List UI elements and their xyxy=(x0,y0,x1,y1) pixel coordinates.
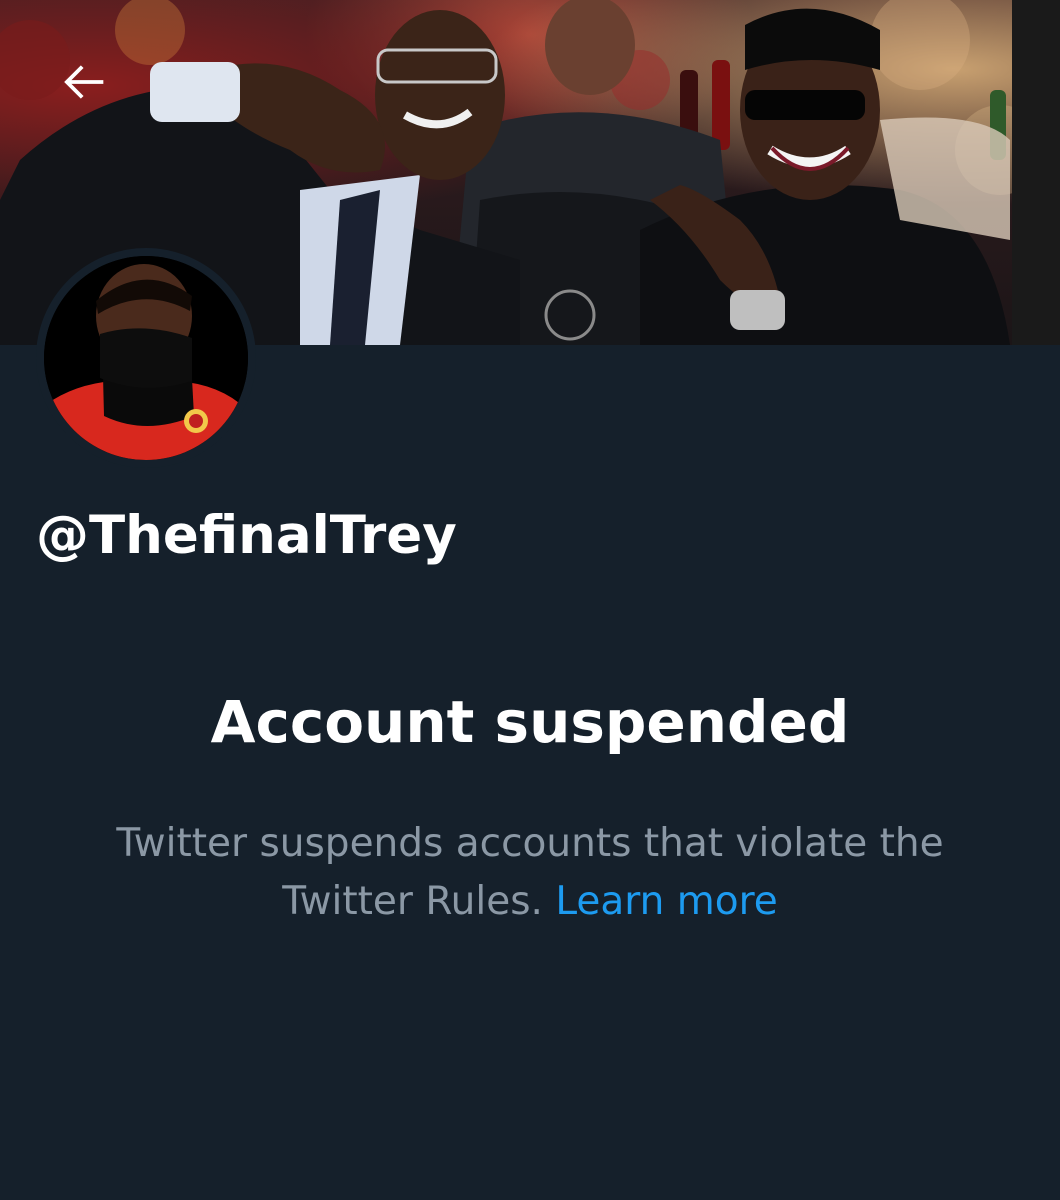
profile-page: @ThefinalTrey Account suspended Twitter … xyxy=(0,0,1060,1200)
suspended-message: Twitter suspends accounts that violate t… xyxy=(116,821,944,924)
arrow-left-icon xyxy=(64,65,104,99)
suspended-message-container: Twitter suspends accounts that violate t… xyxy=(60,815,1000,931)
back-button[interactable] xyxy=(42,40,126,124)
profile-handle: @ThefinalTrey xyxy=(36,505,457,566)
avatar-image xyxy=(44,256,248,460)
suspended-title: Account suspended xyxy=(210,688,850,756)
learn-more-link[interactable]: Learn more xyxy=(555,879,777,924)
profile-avatar[interactable] xyxy=(36,248,256,468)
avatar-photo xyxy=(44,256,248,460)
banner-edge xyxy=(1012,0,1060,345)
